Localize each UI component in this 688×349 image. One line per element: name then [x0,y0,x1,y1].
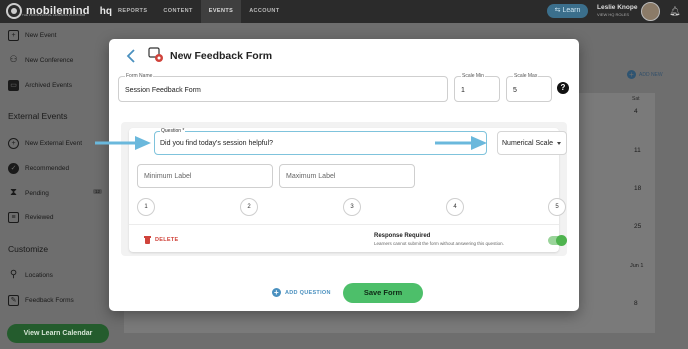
maximum-label-input[interactable]: Maximum Label [279,164,415,188]
response-required-toggle[interactable] [548,235,567,246]
learn-button[interactable]: ⇆ Learn [547,4,588,18]
scale-max-label: Scale Max [513,73,539,79]
response-required-description: Learners cannot submit the form without … [374,241,504,246]
pending-count-badge: 12 [93,189,103,194]
form-name-value: Session Feedback Form [125,87,201,94]
section-external-events: External Events [8,111,68,121]
annotation-arrow-icon [95,136,151,150]
sidebar-item-label: Recommended [25,165,70,172]
sidebar-item-label: Feedback Forms [25,297,74,304]
feedback-icon: ✎ [8,295,19,306]
calendar-plus-icon: + [8,30,19,41]
top-bar: mobilemind hq THE PROFESSIONAL LEARNING … [0,0,688,23]
section-customize: Customize [8,244,49,254]
sidebar-item-archived-events[interactable]: ▭ Archived Events [8,80,72,91]
question-label: Question * [160,128,186,134]
hourglass-icon: ⧗ [9,187,18,198]
plus-circle-icon: + [8,138,19,149]
delete-label: DELETE [155,237,179,243]
sidebar-item-feedback-forms[interactable]: ✎ Feedback Forms [8,295,74,306]
view-learn-calendar-button[interactable]: View Learn Calendar [7,324,109,343]
sidebar-item-recommended[interactable]: ✓ Recommended [8,163,69,174]
question-card: Question * Did you find today's session … [129,128,567,252]
add-new-button[interactable]: + ADD NEW [627,70,663,79]
nav-events[interactable]: EVENTS [200,0,242,23]
document-icon: ≡ [8,212,19,223]
archive-icon: ▭ [8,80,19,91]
logo-icon [6,3,22,19]
nav-content[interactable]: CONTENT [155,0,200,23]
add-new-label: ADD NEW [639,71,663,78]
save-form-button[interactable]: Save Form [343,283,423,303]
sidebar-item-locations[interactable]: ⚲ Locations [8,270,53,281]
response-required-title: Response Required [374,233,431,239]
chevron-down-icon [557,142,561,145]
question-type-value: Numerical Scale [502,140,553,147]
scale-option: 4 [446,198,464,216]
annotation-arrow-icon [435,136,487,150]
modal-title: New Feedback Form [170,50,273,62]
avatar[interactable] [641,2,660,21]
scale-min-field[interactable]: Scale Min 1 [454,73,500,102]
question-panel: Question * Did you find today's session … [121,122,567,256]
plus-icon: + [627,70,636,79]
main-nav: REPORTS CONTENT EVENTS ACCOUNT [110,0,288,23]
calendar-day[interactable]: 8 [634,300,638,307]
calendar-day[interactable]: 25 [634,223,641,230]
question-text: Did you find today's session helpful? [160,140,274,147]
scale-option: 3 [343,198,361,216]
form-name-label: Form Name [125,73,154,79]
sidebar-item-label: Locations [25,272,53,279]
scale-option: 2 [240,198,258,216]
sidebar-item-label: New Conference [25,57,74,64]
sidebar-item-label: Archived Events [25,82,72,89]
learn-label: Learn [562,7,581,14]
sidebar-item-new-conference[interactable]: ⚇ New Conference [8,55,73,66]
conference-icon: ⚇ [9,54,18,64]
feedback-form-modal: New Feedback Form Form Name Session Feed… [109,39,579,311]
scale-min-label: Scale Min [461,73,485,79]
sidebar-item-label: Pending [25,190,49,197]
divider [129,224,559,225]
scale-max-value: 5 [513,87,517,94]
user-name: Leslie Knope [597,4,638,11]
scale-option: 1 [137,198,155,216]
add-question-label: ADD QUESTION [285,289,331,296]
help-icon[interactable]: ? [557,82,569,94]
sidebar-item-reviewed[interactable]: ≡ Reviewed [8,212,54,223]
weekday-sat: Sat [632,96,640,102]
view-roles-link[interactable]: VIEW HQ ROLES [597,12,637,17]
trash-icon [144,236,151,244]
sidebar-item-label: Reviewed [25,214,54,221]
sidebar-item-label: New Event [25,32,57,39]
nav-account[interactable]: ACCOUNT [241,0,287,23]
add-question-button[interactable]: + ADD QUESTION [272,288,331,297]
calendar-day[interactable]: 4 [634,108,638,115]
bell-icon[interactable]: 🔔︎ [669,6,680,16]
sidebar-item-new-event[interactable]: + New Event [8,30,56,41]
delete-question-button[interactable]: DELETE [144,236,179,244]
sidebar-item-pending[interactable]: ⧗ Pending [8,188,49,199]
maximum-label-placeholder: Maximum Label [286,173,336,180]
calendar-day[interactable]: 18 [634,185,641,192]
sidebar-item-label: New External Event [25,140,83,147]
back-arrow-icon[interactable] [126,49,136,63]
user-menu[interactable]: Leslie Knope VIEW HQ ROLES [597,4,637,17]
plus-icon: + [272,288,281,297]
scale-max-field[interactable]: Scale Max 5 [506,73,552,102]
scale-option: 5 [548,198,566,216]
logo-tagline: THE PROFESSIONAL LEARNING PLATFORM [22,13,86,17]
sidebar-item-new-external-event[interactable]: + New External Event [8,138,82,149]
calendar-day[interactable]: Jun 1 [630,263,643,269]
calendar-day[interactable]: 11 [634,147,641,154]
check-circle-icon: ✓ [8,163,19,174]
question-type-select[interactable]: Numerical Scale [497,131,567,155]
minimum-label-placeholder: Minimum Label [144,173,192,180]
nav-reports[interactable]: REPORTS [110,0,155,23]
location-icon: ⚲ [9,269,18,280]
scale-min-value: 1 [461,87,465,94]
minimum-label-input[interactable]: Minimum Label [137,164,273,188]
feedback-form-icon [148,47,164,63]
form-name-field[interactable]: Form Name Session Feedback Form [118,73,448,102]
